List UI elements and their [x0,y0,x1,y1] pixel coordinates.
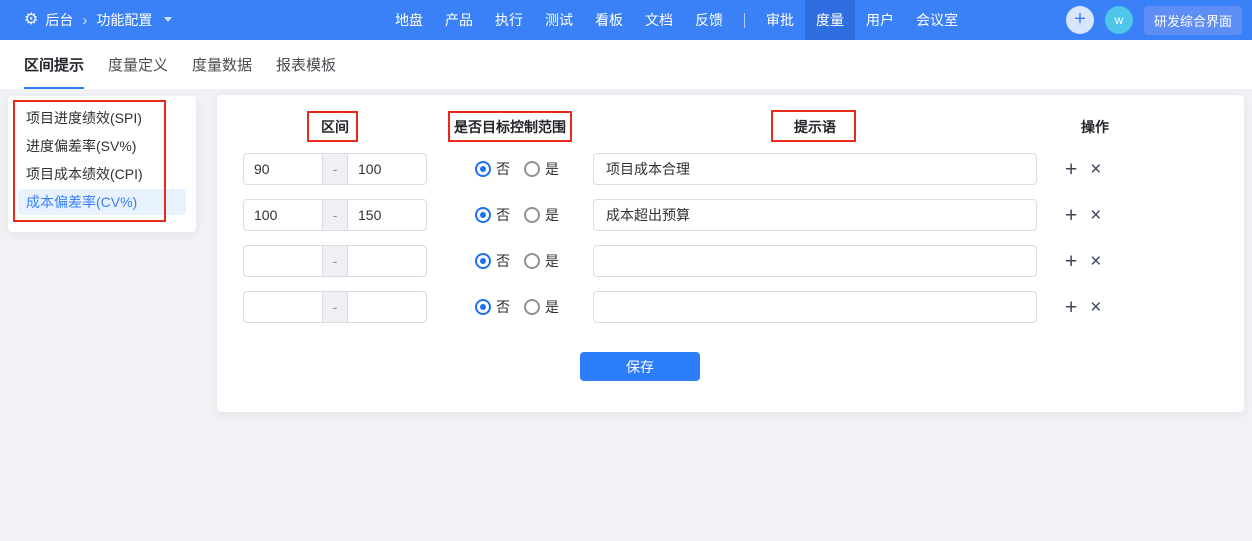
range-max-input[interactable] [348,200,426,230]
topbar-right-cluster: + w 研发综合界面 [1065,0,1242,40]
row-actions: + × [1065,153,1101,185]
radio-yes[interactable] [524,253,540,269]
sidebar-item-spi[interactable]: 项目进度绩效(SPI) [18,105,186,131]
nav-item-fankui[interactable]: 反馈 [684,0,734,40]
radio-no-label[interactable]: 否 [496,251,510,271]
gear-icon[interactable]: ⚙ [24,12,38,28]
target-control-radio-group: 否 是 [475,153,559,185]
range-min-input[interactable] [244,200,322,230]
radio-no-selected[interactable] [475,253,491,269]
delete-row-icon[interactable]: × [1090,298,1101,317]
dropdown-caret-icon[interactable] [164,17,173,22]
range-separator: - [322,154,348,184]
target-control-radio-group: 否 是 [475,245,559,277]
prompt-text-input[interactable] [593,291,1037,323]
nav-item-ceshi[interactable]: 测试 [534,0,584,40]
radio-no-selected[interactable] [475,299,491,315]
target-control-radio-group: 否 是 [475,199,559,231]
sidebar-item-cv-selected[interactable]: 成本偏差率(CV%) [18,189,186,215]
range-max-input[interactable] [348,292,426,322]
delete-row-icon[interactable]: × [1090,206,1101,225]
column-header-prompt: 提示语 [794,119,836,135]
main-nav: 地盘 产品 执行 测试 看板 文档 反馈 审批 度量 用户 会议室 [384,0,969,40]
prompt-text-input[interactable] [593,199,1037,231]
sidebar-item-sv[interactable]: 进度偏差率(SV%) [18,133,186,159]
row-actions: + × [1065,199,1101,231]
tab-interval-prompt[interactable]: 区间提示 [24,40,85,89]
prompt-text-input[interactable] [593,245,1037,277]
range-separator: - [322,246,348,276]
radio-no-selected[interactable] [475,161,491,177]
delete-row-icon[interactable]: × [1090,252,1101,271]
range-min-input[interactable] [244,246,322,276]
column-header-range: 区间 [321,119,349,135]
column-header-target: 是否目标控制范围 [454,119,566,135]
add-row-icon[interactable]: + [1065,205,1077,226]
delete-row-icon[interactable]: × [1090,160,1101,179]
radio-yes[interactable] [524,207,540,223]
save-button[interactable]: 保存 [580,352,700,381]
breadcrumb: ⚙ 后台 › 功能配置 [0,10,173,30]
add-row-icon[interactable]: + [1065,251,1077,272]
radio-yes[interactable] [524,299,540,315]
range-input-group: - [243,245,427,277]
range-input-group: - [243,199,427,231]
row-actions: + × [1065,291,1101,323]
tab-metric-data[interactable]: 度量数据 [192,40,252,89]
range-separator: - [322,292,348,322]
range-separator: - [322,200,348,230]
radio-no-label[interactable]: 否 [496,205,510,225]
radio-yes-label[interactable]: 是 [545,251,559,271]
add-row-icon[interactable]: + [1065,159,1077,180]
range-input-group: - [243,153,427,185]
nav-item-chanpin[interactable]: 产品 [434,0,484,40]
nav-item-diqu[interactable]: 地盘 [384,0,434,40]
row-actions: + × [1065,245,1101,277]
interval-row: - 否 是 + × [217,245,1244,277]
add-button[interactable]: + [1065,6,1094,34]
target-control-radio-group: 否 是 [475,291,559,323]
add-row-icon[interactable]: + [1065,297,1077,318]
range-min-input[interactable] [244,154,322,184]
interval-config-panel: 区间 是否目标控制范围 提示语 操作 - 否 是 + × [217,95,1244,412]
radio-no-label[interactable]: 否 [496,159,510,179]
radio-yes-label[interactable]: 是 [545,297,559,317]
range-max-input[interactable] [348,246,426,276]
range-input-group: - [243,291,427,323]
radio-no-selected[interactable] [475,207,491,223]
sidebar-item-cpi[interactable]: 项目成本绩效(CPI) [18,161,186,187]
metric-sidebar: 项目进度绩效(SPI) 进度偏差率(SV%) 项目成本绩效(CPI) 成本偏差率… [8,96,196,232]
radio-yes-label[interactable]: 是 [545,205,559,225]
breadcrumb-home[interactable]: 后台 [45,10,73,30]
radio-yes[interactable] [524,161,540,177]
nav-item-duliang-active[interactable]: 度量 [805,0,855,40]
nav-item-kanban[interactable]: 看板 [584,0,634,40]
interval-row: - 否 是 + × [217,153,1244,185]
radio-no-label[interactable]: 否 [496,297,510,317]
breadcrumb-module[interactable]: 功能配置 [96,10,152,30]
nav-item-shenpi[interactable]: 审批 [755,0,805,40]
tab-strip: 区间提示 度量定义 度量数据 报表模板 [0,40,1252,89]
user-avatar[interactable]: w [1104,6,1133,34]
column-header-actions: 操作 [1081,119,1109,135]
prompt-text-input[interactable] [593,153,1037,185]
tab-metric-definition[interactable]: 度量定义 [108,40,168,89]
interval-row: - 否 是 + × [217,199,1244,231]
radio-yes-label[interactable]: 是 [545,159,559,179]
nav-item-huiyishi[interactable]: 会议室 [905,0,969,40]
nav-item-yonghu[interactable]: 用户 [855,0,905,40]
range-max-input[interactable] [348,154,426,184]
interval-row: - 否 是 + × [217,291,1244,323]
top-navigation-bar: ⚙ 后台 › 功能配置 地盘 产品 执行 测试 看板 文档 反馈 审批 度量 用… [0,0,1252,40]
page: ⚙ 后台 › 功能配置 地盘 产品 执行 测试 看板 文档 反馈 审批 度量 用… [0,0,1252,541]
workspace-switch-button[interactable]: 研发综合界面 [1143,5,1242,35]
range-min-input[interactable] [244,292,322,322]
nav-item-zhixing[interactable]: 执行 [484,0,534,40]
tab-report-template[interactable]: 报表模板 [276,40,336,89]
chevron-right-icon: › [82,11,88,29]
nav-item-wendang[interactable]: 文档 [634,0,684,40]
nav-divider [744,12,745,28]
